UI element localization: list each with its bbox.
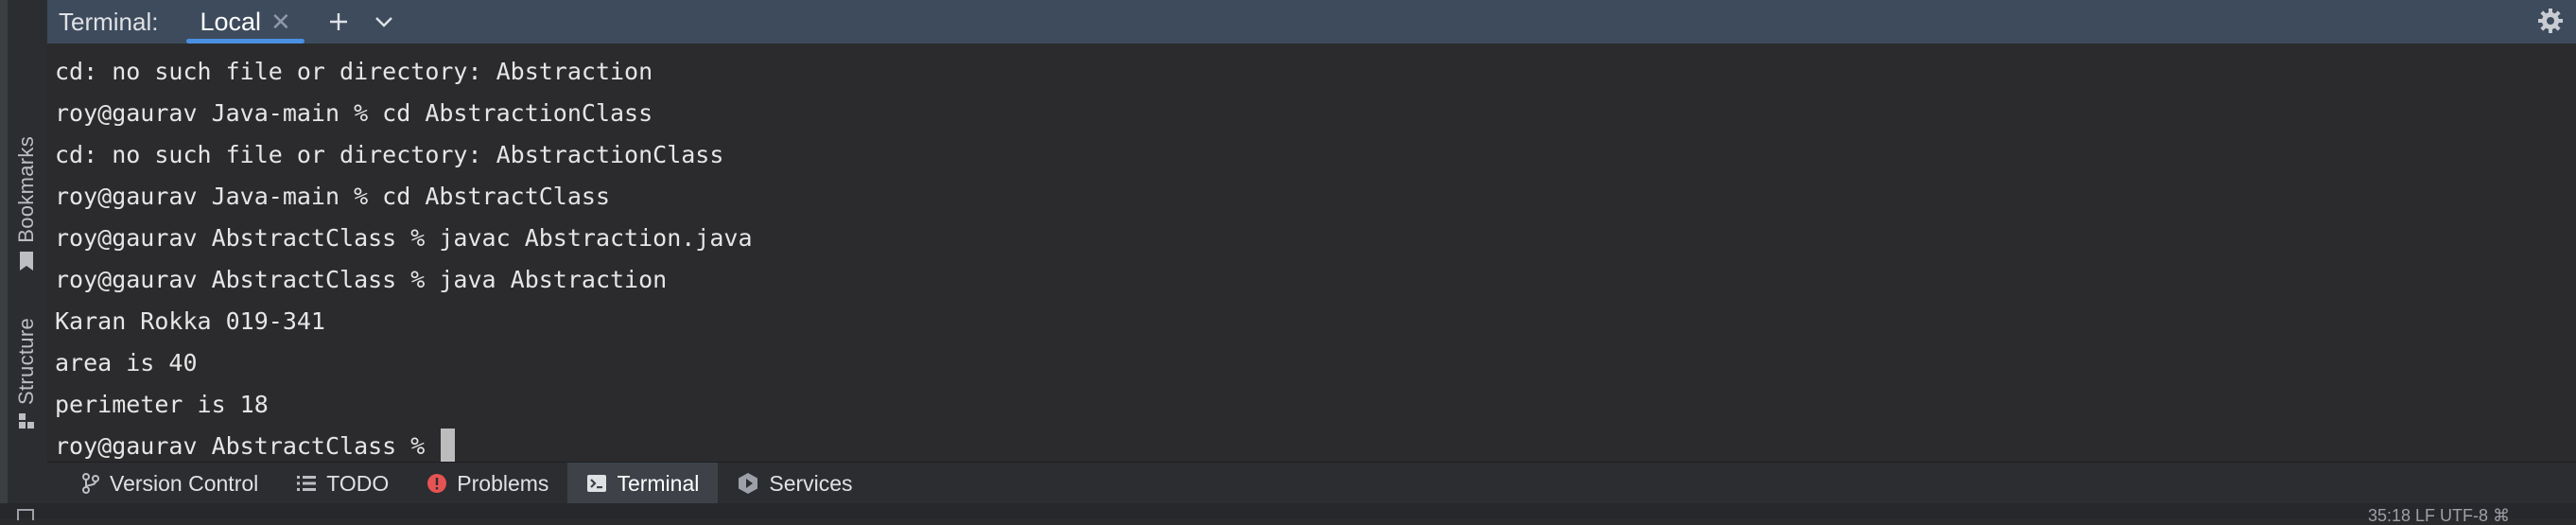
terminal-prompt: roy@gaurav AbstractClass % <box>55 432 440 460</box>
tab-terminal[interactable]: Terminal <box>567 463 719 504</box>
terminal-lines: cd: no such file or directory: Abstracti… <box>55 51 753 467</box>
tab-version-control[interactable]: Version Control <box>62 463 277 504</box>
terminal-line: perimeter is 18 <box>55 391 269 418</box>
gear-icon <box>2538 9 2563 33</box>
terminal-line: cd: no such file or directory: Abstracti… <box>55 141 724 168</box>
left-edge-divider <box>0 0 8 518</box>
settings-button[interactable] <box>2536 7 2565 40</box>
terminal-icon <box>587 475 607 492</box>
tab-services[interactable]: Services <box>718 463 871 504</box>
terminal-line: cd: no such file or directory: Abstracti… <box>55 58 653 85</box>
terminal-line: roy@gaurav AbstractClass % javac Abstrac… <box>55 224 753 252</box>
panel-toggle-icon[interactable] <box>17 509 34 520</box>
tab-problems[interactable]: Problems <box>408 463 567 504</box>
tab-local-label: Local <box>200 7 262 36</box>
branch-icon <box>82 473 99 494</box>
new-tab-button[interactable] <box>327 10 350 33</box>
terminal-line: roy@gaurav AbstractClass % java Abstract… <box>55 266 668 293</box>
bottom-tool-bar: Version Control TODO Problems Terminal S… <box>47 462 2576 504</box>
tab-version-control-label: Version Control <box>110 470 259 496</box>
structure-icon <box>18 412 35 434</box>
terminal-tool-window-header: Terminal: Local ✕ <box>47 0 2576 44</box>
bookmarks-tool-tab[interactable]: Bookmarks <box>9 136 44 276</box>
tab-terminal-label: Terminal <box>617 470 700 496</box>
left-tool-strip: Bookmarks Structure <box>0 0 48 518</box>
list-icon <box>297 476 317 491</box>
chevron-down-icon <box>374 17 392 27</box>
tab-options-dropdown[interactable] <box>373 10 395 33</box>
tab-local[interactable]: Local ✕ <box>186 0 305 44</box>
status-bar: 35:18 LF UTF-8 ⌘ <box>0 503 2576 524</box>
services-icon <box>739 473 758 494</box>
close-tab-icon[interactable]: ✕ <box>270 8 291 37</box>
plus-icon <box>329 13 347 30</box>
status-bar-info: 35:18 LF UTF-8 ⌘ <box>2367 506 2510 525</box>
bookmarks-label: Bookmarks <box>14 136 38 243</box>
error-icon <box>427 474 447 493</box>
tab-todo-label: TODO <box>326 470 390 496</box>
terminal-line: Karan Rokka 019-341 <box>55 307 325 335</box>
structure-label: Structure <box>14 318 38 405</box>
tab-services-label: Services <box>769 470 853 496</box>
tool-window-title: Terminal: <box>59 7 159 36</box>
text-cursor <box>441 429 456 466</box>
tab-todo[interactable]: TODO <box>277 463 408 504</box>
terminal-line: area is 40 <box>55 349 198 376</box>
terminal-output-area[interactable]: cd: no such file or directory: Abstracti… <box>47 44 2576 466</box>
terminal-line: roy@gaurav Java-main % cd AbstractClass <box>55 183 610 210</box>
bookmark-icon <box>18 251 35 276</box>
structure-tool-tab[interactable]: Structure <box>9 318 44 434</box>
terminal-line: roy@gaurav Java-main % cd AbstractionCla… <box>55 99 653 127</box>
tab-problems-label: Problems <box>457 470 549 496</box>
